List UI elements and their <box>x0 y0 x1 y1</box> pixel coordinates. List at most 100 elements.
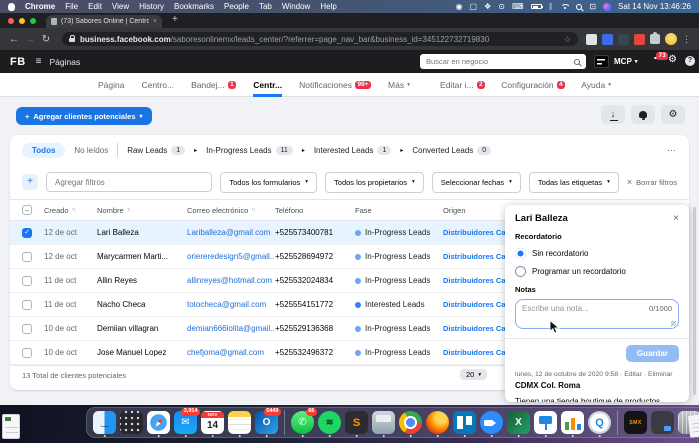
more-options-icon[interactable]: ⋯ <box>667 145 677 156</box>
app-status-icon[interactable]: ⊙ <box>498 2 505 11</box>
mail-icon[interactable]: ✉ 3,914 <box>174 408 200 437</box>
calendar-icon[interactable]: NOV 14 <box>201 408 224 437</box>
battery-icon[interactable] <box>530 4 544 9</box>
tab-centro[interactable]: Centro... <box>141 73 174 97</box>
extension-icon-2[interactable] <box>602 33 613 45</box>
note-meta[interactable]: lunes, 12 de octubre de 2020 9:58 · Edit… <box>515 371 679 378</box>
column-correo[interactable]: Correo electrónico ↑↓ <box>187 206 275 215</box>
sublime-text-icon[interactable]: S <box>345 408 368 437</box>
email-link[interactable]: demian666lolita@gmail... <box>187 324 275 333</box>
tab-editar-info[interactable]: Editar i... 2 <box>440 73 486 97</box>
hamburger-menu-icon[interactable]: ≡ <box>36 56 42 67</box>
launchpad-icon[interactable] <box>120 408 143 437</box>
select-all-checkbox[interactable]: – <box>22 205 32 215</box>
new-tab-button[interactable]: + <box>172 14 178 25</box>
tab-in-progress-leads[interactable]: In-Progress Leads 11 <box>206 145 293 155</box>
trello-icon[interactable] <box>453 408 476 437</box>
clear-filters-button[interactable]: × Borrar filtros <box>627 177 677 187</box>
email-link[interactable]: totocheca@gmail.com <box>187 300 275 309</box>
forward-button[interactable]: → <box>22 34 38 45</box>
profile-switcher[interactable]: MCP ▾ <box>614 57 638 66</box>
pages-label[interactable]: Páginas <box>50 57 81 67</box>
quicktime-icon[interactable]: Q <box>588 408 611 437</box>
help-icon[interactable]: ? <box>685 56 695 66</box>
close-window-button[interactable] <box>8 17 14 24</box>
row-checkbox[interactable] <box>22 275 32 286</box>
numbers-icon[interactable] <box>561 408 584 437</box>
menubar-app-name[interactable]: Chrome <box>25 2 55 11</box>
menu-window[interactable]: Window <box>282 2 310 11</box>
extensions-puzzle-icon[interactable] <box>650 31 660 44</box>
column-fase[interactable]: Fase <box>355 206 443 215</box>
column-nombre[interactable]: Nombre ↑↓ <box>97 206 187 215</box>
note-textarea[interactable]: Escribe una nota... 0/1000 <box>515 299 679 329</box>
email-link[interactable]: oriereredesign5@gmail... <box>187 252 275 261</box>
tab-todos-active[interactable]: Todos <box>22 142 66 158</box>
radio-selected-icon[interactable] <box>515 248 526 259</box>
spotify-icon[interactable]: ≋ <box>318 408 341 437</box>
tab-bandeja[interactable]: Bandej... 1 <box>191 73 237 97</box>
menu-edit[interactable]: Edit <box>88 2 102 11</box>
dates-dropdown[interactable]: Seleccionar fechas ▾ <box>431 171 521 193</box>
leads-settings-button[interactable]: ⚙ <box>661 105 685 124</box>
chrome-icon[interactable] <box>399 408 422 437</box>
owners-dropdown[interactable]: Todos los propietarios ▾ <box>325 171 424 193</box>
window-app-icon[interactable] <box>372 408 395 437</box>
tab-raw-leads[interactable]: Raw Leads 1 <box>127 145 186 155</box>
browser-menu-icon[interactable]: ⋮ <box>682 34 691 45</box>
radio-no-reminder[interactable]: Sin recordatorio <box>515 248 679 259</box>
extension-icon-4[interactable] <box>634 33 645 45</box>
tab-ayuda[interactable]: Ayuda ▾ <box>581 73 611 97</box>
extension-icon-3[interactable] <box>618 33 629 45</box>
menu-bookmarks[interactable]: Bookmarks <box>174 2 214 11</box>
excel-icon[interactable]: X <box>507 408 530 437</box>
column-creado[interactable]: Creado ↑↓ <box>44 206 97 215</box>
row-checkbox[interactable] <box>22 251 32 262</box>
filter-input[interactable] <box>46 172 213 192</box>
safari-icon[interactable] <box>147 408 170 437</box>
profile-avatar[interactable] <box>665 33 677 45</box>
extension-icon-1[interactable] <box>586 33 597 45</box>
menu-tab[interactable]: Tab <box>259 2 272 11</box>
siri-icon[interactable] <box>603 2 612 11</box>
record-status-icon[interactable]: ◉ <box>456 2 463 11</box>
menu-help[interactable]: Help <box>320 2 336 11</box>
download-leads-button[interactable]: ↓ <box>601 105 625 124</box>
outlook-icon[interactable]: O 5449 <box>255 408 281 437</box>
address-bar[interactable]: business.facebook.com/saboresonlinemx/le… <box>62 32 578 46</box>
tab-converted-leads[interactable]: Converted Leads 0 <box>412 145 492 155</box>
column-telefono[interactable]: Teléfono <box>275 206 355 215</box>
labels-dropdown[interactable]: Todas las etiquetas ▾ <box>528 171 619 193</box>
menu-history[interactable]: History <box>139 2 164 11</box>
save-note-button[interactable]: Guardar <box>625 345 679 362</box>
zoom-icon[interactable] <box>480 408 503 437</box>
tab-configuracion[interactable]: Configuración 4 <box>501 73 566 97</box>
page-size-selector[interactable]: 20 ▾ <box>460 369 488 380</box>
document-peek-icon[interactable] <box>687 414 699 438</box>
wifi-icon[interactable] <box>560 4 569 10</box>
tab-interested-leads[interactable]: Interested Leads 1 <box>314 145 392 155</box>
tab-pagina[interactable]: Página <box>98 73 124 97</box>
browser-tab[interactable]: (73) Sabores Online | Centro d... × <box>46 15 162 28</box>
radio-unselected-icon[interactable] <box>515 266 526 277</box>
keynote-icon[interactable] <box>534 408 557 437</box>
tab-mas[interactable]: Más ▾ <box>388 73 410 97</box>
desktop-document-icon[interactable] <box>2 414 20 439</box>
tab-centro-leads-active[interactable]: Centr... <box>253 73 283 97</box>
row-checkbox[interactable] <box>22 299 32 310</box>
screen-mirror-icon[interactable]: ▢ <box>470 2 478 11</box>
add-filter-icon[interactable]: + <box>22 174 38 190</box>
menu-file[interactable]: File <box>65 2 78 11</box>
minimize-window-button[interactable] <box>19 17 25 24</box>
row-checkbox[interactable] <box>22 323 32 334</box>
spotlight-icon[interactable] <box>576 3 583 10</box>
fb-logo[interactable]: FB <box>10 56 26 68</box>
back-button[interactable]: ← <box>6 34 22 45</box>
smx-app-icon[interactable]: SMX <box>624 408 647 437</box>
reload-button[interactable]: ↻ <box>38 34 54 45</box>
menu-view[interactable]: View <box>112 2 129 11</box>
leads-notifications-button[interactable] <box>631 105 655 124</box>
bluetooth-icon[interactable]: ᛒ <box>549 2 554 11</box>
radio-schedule-reminder[interactable]: Programar un recordatorio <box>515 266 679 277</box>
notes-icon[interactable] <box>228 408 251 437</box>
